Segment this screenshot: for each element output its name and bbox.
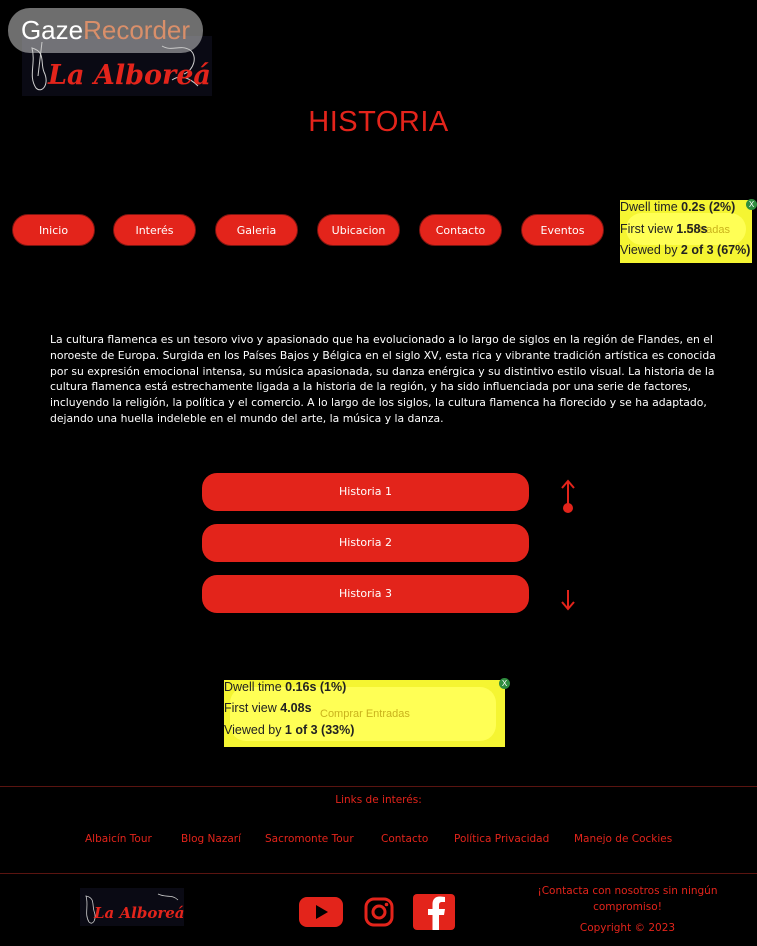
instagram-icon[interactable]: [364, 897, 394, 927]
intro-paragraph: La cultura flamenca es un tesoro vivo y …: [50, 333, 716, 425]
footer-link-politica-privacidad[interactable]: Política Privacidad: [454, 833, 549, 845]
dwell-time-line: Dwell time 0.2s (2%): [620, 200, 736, 214]
footer-link-albaicin-tour[interactable]: Albaicín Tour: [85, 833, 152, 845]
watermark-gaze: Gaze: [20, 15, 84, 45]
contact-cta[interactable]: ¡Contacta con nosotros sin ningún compro…: [535, 884, 720, 915]
viewed-by-line: Viewed by 2 of 3 (67%): [620, 243, 751, 257]
arrow-up-icon[interactable]: [558, 478, 578, 516]
gazerecorder-watermark: GazeRecorder: [8, 8, 203, 53]
first-view-line: First view 4.08s: [224, 701, 312, 715]
facebook-icon[interactable]: [413, 894, 455, 930]
dwell-time-line: Dwell time 0.16s (1%): [224, 680, 347, 694]
nav-interes-button[interactable]: Interés: [113, 214, 196, 246]
footer-link-contacto[interactable]: Contacto: [381, 833, 428, 845]
first-view-line: First view 1.58s: [620, 222, 708, 236]
close-icon[interactable]: X: [746, 199, 757, 210]
nav-inicio-button[interactable]: Inicio: [12, 214, 95, 246]
nav-galeria-button[interactable]: Galeria: [215, 214, 298, 246]
heatmap-overlay-nav: Entradas Dwell time 0.2s (2%) First view…: [620, 199, 757, 263]
links-title: Links de interés:: [335, 794, 422, 806]
footer-link-blog-nazari[interactable]: Blog Nazarí: [181, 833, 241, 845]
arrow-down-icon[interactable]: [558, 588, 578, 612]
footer-logo-text: La Alboreá: [93, 904, 184, 922]
footer-link-manejo-cockies[interactable]: Manejo de Cockies: [574, 833, 672, 845]
page-title: HISTORIA: [308, 106, 449, 138]
historia-1-button[interactable]: Historia 1: [202, 473, 529, 511]
nav-ubicacion-button[interactable]: Ubicacion: [317, 214, 400, 246]
nav-eventos-button[interactable]: Eventos: [521, 214, 604, 246]
nav-contacto-button[interactable]: Contacto: [419, 214, 502, 246]
footer-logo[interactable]: La Alboreá: [80, 888, 184, 926]
heatmap-overlay-entradas: Comprar Entradas Dwell time 0.16s (1%) F…: [224, 678, 510, 747]
youtube-icon[interactable]: [299, 897, 343, 927]
watermark-recorder: Recorder: [83, 15, 191, 45]
copyright: Copyright © 2023: [579, 922, 676, 934]
footer-divider-top: [0, 786, 757, 787]
footer-link-sacromonte-tour[interactable]: Sacromonte Tour: [265, 833, 354, 845]
historia-2-button[interactable]: Historia 2: [202, 524, 529, 562]
comprar-entradas-button[interactable]: Comprar Entradas: [320, 708, 410, 720]
historia-3-button[interactable]: Historia 3: [202, 575, 529, 613]
viewed-by-line: Viewed by 1 of 3 (33%): [224, 723, 355, 737]
footer-divider-bottom: [0, 873, 757, 874]
close-icon[interactable]: X: [499, 678, 510, 689]
logo-text: La Alboreá: [47, 60, 211, 91]
